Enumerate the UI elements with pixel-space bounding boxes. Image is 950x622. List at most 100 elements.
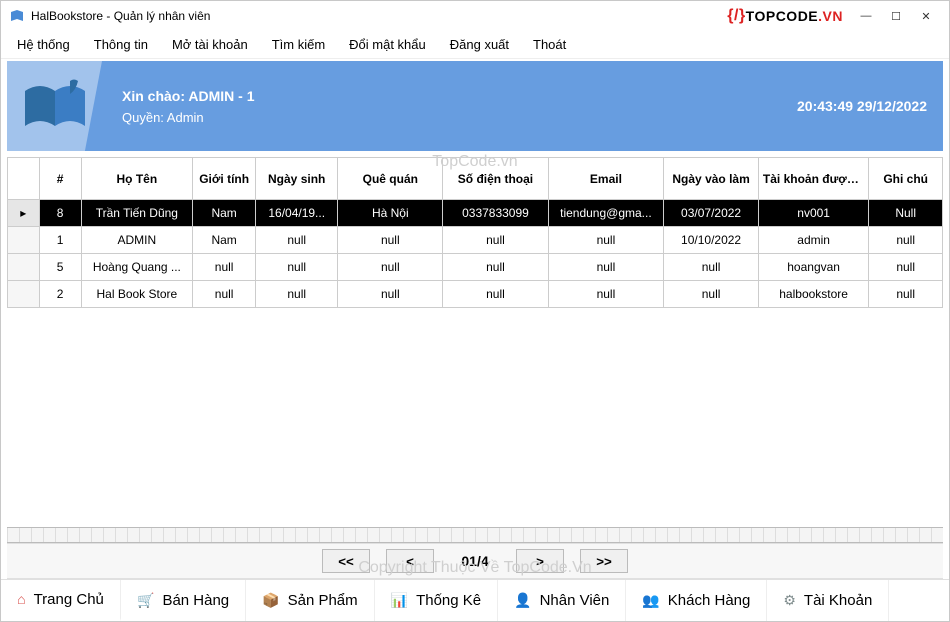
table-cell[interactable]: hoangvan bbox=[758, 254, 868, 281]
tab-icon: ⌂ bbox=[17, 591, 25, 607]
table-cell[interactable]: null bbox=[664, 254, 759, 281]
table-cell[interactable]: null bbox=[193, 281, 256, 308]
tab-Trang Chủ[interactable]: ⌂Trang Chủ bbox=[1, 580, 121, 621]
tab-icon: 👥 bbox=[642, 592, 659, 609]
tab-Nhân Viên[interactable]: 👤Nhân Viên bbox=[498, 580, 626, 621]
tab-Khách Hàng[interactable]: 👥Khách Hàng bbox=[626, 580, 767, 621]
table-cell[interactable]: null bbox=[869, 227, 943, 254]
greeting-label: Xin chào: ADMIN - 1 bbox=[122, 88, 797, 104]
datetime-label: 20:43:49 29/12/2022 bbox=[797, 98, 927, 114]
table-header[interactable]: Giới tính bbox=[193, 158, 256, 200]
table-header[interactable]: Số điện thoại bbox=[443, 158, 548, 200]
table-cell[interactable]: null bbox=[193, 254, 256, 281]
menu-item-0[interactable]: Hệ thống bbox=[5, 33, 82, 56]
horizontal-scrollbar[interactable] bbox=[7, 527, 943, 543]
table-header[interactable]: Ngày sinh bbox=[256, 158, 338, 200]
bottom-tabs: ⌂Trang Chủ🛒Bán Hàng 📦 Sản Phẩm 📊Thống Kê👤Nh… bbox=[1, 579, 949, 621]
tab-label: Sản Phẩm bbox=[288, 592, 358, 609]
table-cell[interactable]: null bbox=[869, 281, 943, 308]
table-cell[interactable]: ADMIN bbox=[81, 227, 192, 254]
tab-Tài Khoản[interactable]: ⚙Tài Khoản bbox=[767, 580, 889, 621]
tab-Bán Hàng[interactable]: 🛒Bán Hàng bbox=[121, 580, 246, 621]
table-cell[interactable]: nv001 bbox=[758, 200, 868, 227]
table-cell[interactable]: Nam bbox=[193, 200, 256, 227]
table-cell[interactable]: 2 bbox=[39, 281, 81, 308]
menu-item-2[interactable]: Mở tài khoản bbox=[160, 33, 260, 56]
row-selector[interactable] bbox=[8, 227, 40, 254]
table-cell[interactable]: null bbox=[869, 254, 943, 281]
table-cell[interactable]: Null bbox=[869, 200, 943, 227]
titlebar: HalBookstore - Quản lý nhân viên {/} TOP… bbox=[1, 1, 949, 31]
tab-Sản Phẩm[interactable]: 📦 Sản Phẩm bbox=[246, 580, 374, 621]
pager-last-button[interactable]: >> bbox=[580, 549, 628, 573]
table-cell[interactable]: null bbox=[443, 281, 548, 308]
tab-label: Nhân Viên bbox=[540, 592, 610, 609]
menu-item-3[interactable]: Tìm kiếm bbox=[260, 33, 337, 56]
table-header[interactable]: Quê quán bbox=[338, 158, 443, 200]
topcode-logo: {/} TOPCODE.VN bbox=[727, 7, 843, 25]
table-cell[interactable]: 5 bbox=[39, 254, 81, 281]
table-cell[interactable]: 0337833099 bbox=[443, 200, 548, 227]
close-button[interactable]: ✕ bbox=[911, 6, 941, 26]
minimize-button[interactable]: — bbox=[851, 6, 881, 26]
table-header[interactable]: Ghi chú bbox=[869, 158, 943, 200]
pager-label: 01/4 bbox=[450, 553, 500, 569]
table-cell[interactable]: null bbox=[256, 254, 338, 281]
tab-icon: ⚙ bbox=[783, 592, 796, 609]
table-cell[interactable]: Hoàng Quang ... bbox=[81, 254, 192, 281]
menu-item-1[interactable]: Thông tin bbox=[82, 33, 160, 56]
table-row[interactable]: 5Hoàng Quang ...nullnullnullnullnullnull… bbox=[8, 254, 943, 281]
app-window: HalBookstore - Quản lý nhân viên {/} TOP… bbox=[0, 0, 950, 622]
pager-prev-button[interactable]: < bbox=[386, 549, 434, 573]
table-cell[interactable]: admin bbox=[758, 227, 868, 254]
table-cell[interactable]: null bbox=[443, 227, 548, 254]
table-cell[interactable]: tiendung@gma... bbox=[548, 200, 664, 227]
row-selector[interactable] bbox=[8, 254, 40, 281]
table-cell[interactable]: null bbox=[256, 281, 338, 308]
pager-next-button[interactable]: > bbox=[516, 549, 564, 573]
table-row[interactable]: 1ADMINNamnullnullnullnull10/10/2022admin… bbox=[8, 227, 943, 254]
table-header[interactable]: # bbox=[39, 158, 81, 200]
table-header[interactable]: Tài khoản được cấp bbox=[758, 158, 868, 200]
pager-first-button[interactable]: << bbox=[322, 549, 370, 573]
table-header[interactable]: Email bbox=[548, 158, 664, 200]
table-cell[interactable]: 8 bbox=[39, 200, 81, 227]
table-row[interactable]: ▸8Trần Tiến DũngNam16/04/19...Hà Nội0337… bbox=[8, 200, 943, 227]
table-header[interactable]: Họ Tên bbox=[81, 158, 192, 200]
menu-item-5[interactable]: Đăng xuất bbox=[438, 33, 521, 56]
table-cell[interactable]: null bbox=[338, 281, 443, 308]
table-cell[interactable]: Trần Tiến Dũng bbox=[81, 200, 192, 227]
table-header[interactable]: Ngày vào làm bbox=[664, 158, 759, 200]
table-cell[interactable]: null bbox=[256, 227, 338, 254]
menubar: Hệ thốngThông tinMở tài khoảnTìm kiếmĐổi… bbox=[1, 31, 949, 59]
table-cell[interactable]: null bbox=[338, 254, 443, 281]
employee-table[interactable]: #Họ TênGiới tínhNgày sinhQuê quánSố điện… bbox=[7, 157, 943, 308]
table-cell[interactable]: null bbox=[664, 281, 759, 308]
banner: Xin chào: ADMIN - 1 Quyền: Admin 20:43:4… bbox=[7, 61, 943, 151]
menu-item-4[interactable]: Đổi mật khẩu bbox=[337, 33, 438, 56]
content-area: TopCode.vn #Họ TênGiới tínhNgày sinhQuê … bbox=[1, 153, 949, 523]
row-selector[interactable]: ▸ bbox=[8, 200, 40, 227]
role-label: Quyền: Admin bbox=[122, 110, 797, 125]
maximize-button[interactable]: ☐ bbox=[881, 6, 911, 26]
row-selector[interactable] bbox=[8, 281, 40, 308]
tab-Thống Kê[interactable]: 📊Thống Kê bbox=[375, 580, 498, 621]
menu-item-6[interactable]: Thoát bbox=[521, 33, 578, 56]
table-header[interactable] bbox=[8, 158, 40, 200]
pager: << < 01/4 > >> bbox=[7, 543, 943, 579]
tab-icon: 📦 bbox=[262, 592, 279, 609]
table-cell[interactable]: Hà Nội bbox=[338, 200, 443, 227]
table-cell[interactable]: halbookstore bbox=[758, 281, 868, 308]
table-cell[interactable]: 10/10/2022 bbox=[664, 227, 759, 254]
table-row[interactable]: 2Hal Book Storenullnullnullnullnullnullh… bbox=[8, 281, 943, 308]
table-cell[interactable]: Nam bbox=[193, 227, 256, 254]
table-cell[interactable]: Hal Book Store bbox=[81, 281, 192, 308]
table-cell[interactable]: null bbox=[548, 281, 664, 308]
table-cell[interactable]: null bbox=[548, 227, 664, 254]
table-cell[interactable]: null bbox=[338, 227, 443, 254]
table-cell[interactable]: null bbox=[548, 254, 664, 281]
table-cell[interactable]: 16/04/19... bbox=[256, 200, 338, 227]
table-cell[interactable]: 03/07/2022 bbox=[664, 200, 759, 227]
table-cell[interactable]: null bbox=[443, 254, 548, 281]
table-cell[interactable]: 1 bbox=[39, 227, 81, 254]
